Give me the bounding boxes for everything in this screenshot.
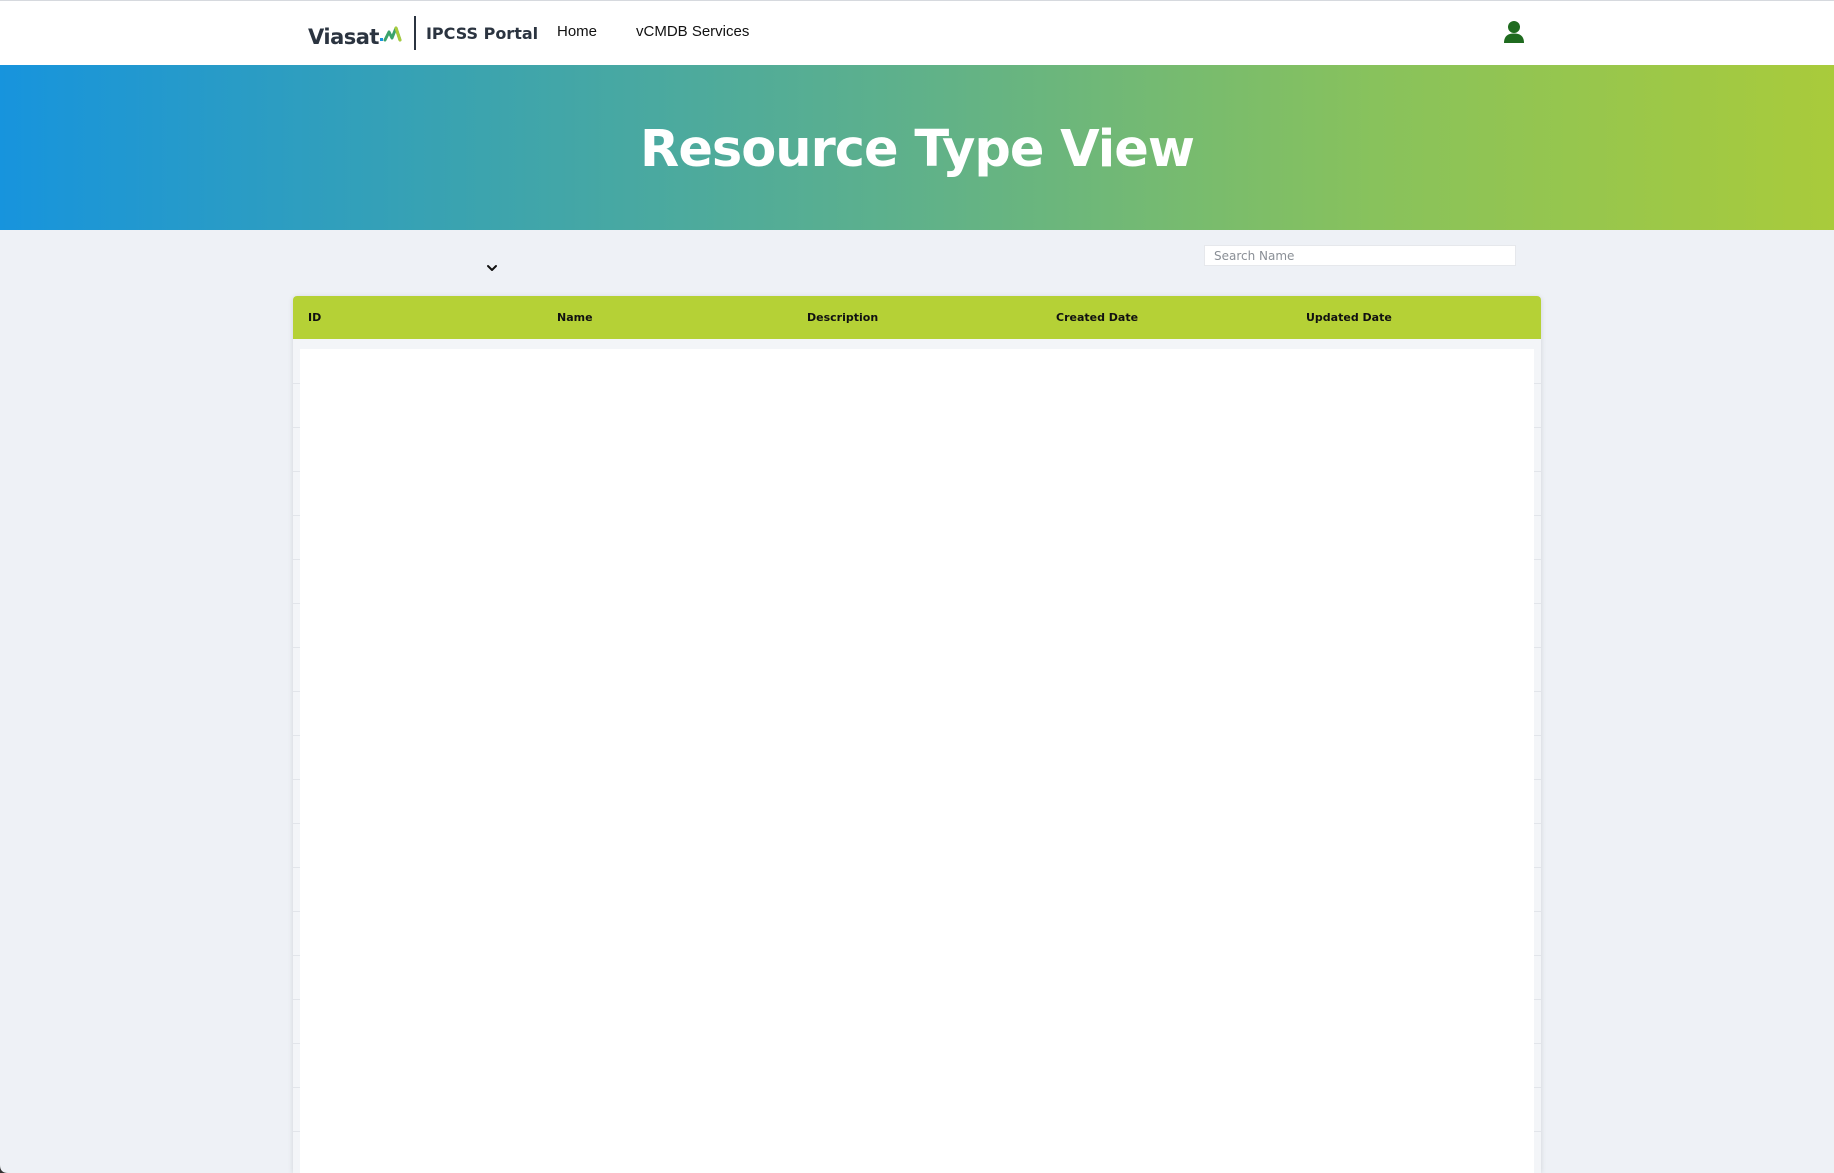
- hero-banner: Resource Type View: [0, 65, 1834, 230]
- column-header-id[interactable]: ID: [308, 311, 321, 324]
- row-divider: [1534, 955, 1541, 956]
- resize-corner-icon: [0, 1165, 8, 1173]
- nav-link-vcmdb-services[interactable]: vCMDB Services: [636, 23, 749, 40]
- row-divider: [293, 1087, 300, 1088]
- row-divider: [1534, 735, 1541, 736]
- row-divider: [1534, 1043, 1541, 1044]
- brand-divider: [413, 16, 416, 50]
- page-title: Resource Type View: [640, 120, 1195, 179]
- table-header: ID Name Description Created Date Updated…: [293, 296, 1541, 339]
- row-divider: [293, 647, 300, 648]
- row-divider: [1534, 515, 1541, 516]
- user-icon[interactable]: [1503, 20, 1525, 44]
- row-divider: [1534, 471, 1541, 472]
- row-divider: [293, 999, 300, 1000]
- table-body: [300, 349, 1534, 1173]
- nav-link-home[interactable]: Home: [557, 23, 597, 40]
- column-header-updated-date[interactable]: Updated Date: [1306, 311, 1392, 324]
- portal-name: IPCSS Portal: [425, 23, 539, 43]
- row-divider: [1534, 603, 1541, 604]
- row-divider: [1534, 559, 1541, 560]
- row-divider: [1534, 867, 1541, 868]
- row-divider: [293, 735, 300, 736]
- row-divider: [1534, 823, 1541, 824]
- row-divider: [1534, 1131, 1541, 1132]
- row-divider: [293, 911, 300, 912]
- logo-mark-icon: [379, 26, 402, 42]
- viasat-logo: Viasat: [308, 16, 402, 50]
- row-divider: [293, 559, 300, 560]
- row-divider: [1534, 427, 1541, 428]
- row-divider: [293, 1043, 300, 1044]
- logo-text: Viasat: [308, 25, 379, 49]
- row-divider: [293, 955, 300, 956]
- row-divider: [1534, 1087, 1541, 1088]
- column-header-description[interactable]: Description: [807, 311, 878, 324]
- row-divider: [293, 823, 300, 824]
- top-navbar: Viasat IPCSS Portal Home vCMDB Services: [0, 0, 1834, 65]
- row-divider: [293, 867, 300, 868]
- column-header-name[interactable]: Name: [557, 311, 593, 324]
- row-divider: [293, 1131, 300, 1132]
- chevron-down-icon: [487, 265, 497, 271]
- row-divider: [293, 603, 300, 604]
- row-divider: [1534, 691, 1541, 692]
- row-divider: [293, 383, 300, 384]
- row-divider: [1534, 383, 1541, 384]
- row-divider: [293, 515, 300, 516]
- brand[interactable]: Viasat IPCSS Portal: [308, 16, 538, 50]
- sort-dropdown-wrapper: Sort By: [299, 257, 801, 536]
- row-divider: [293, 779, 300, 780]
- row-divider: [293, 691, 300, 692]
- column-header-created-date[interactable]: Created Date: [1056, 311, 1138, 324]
- resource-type-table: ID Name Description Created Date Updated…: [293, 296, 1541, 1173]
- row-divider: [1534, 779, 1541, 780]
- row-divider: [1534, 911, 1541, 912]
- search-name-input[interactable]: [1204, 245, 1516, 266]
- row-divider: [293, 471, 300, 472]
- row-divider: [1534, 647, 1541, 648]
- row-divider: [293, 427, 300, 428]
- row-divider: [1534, 999, 1541, 1000]
